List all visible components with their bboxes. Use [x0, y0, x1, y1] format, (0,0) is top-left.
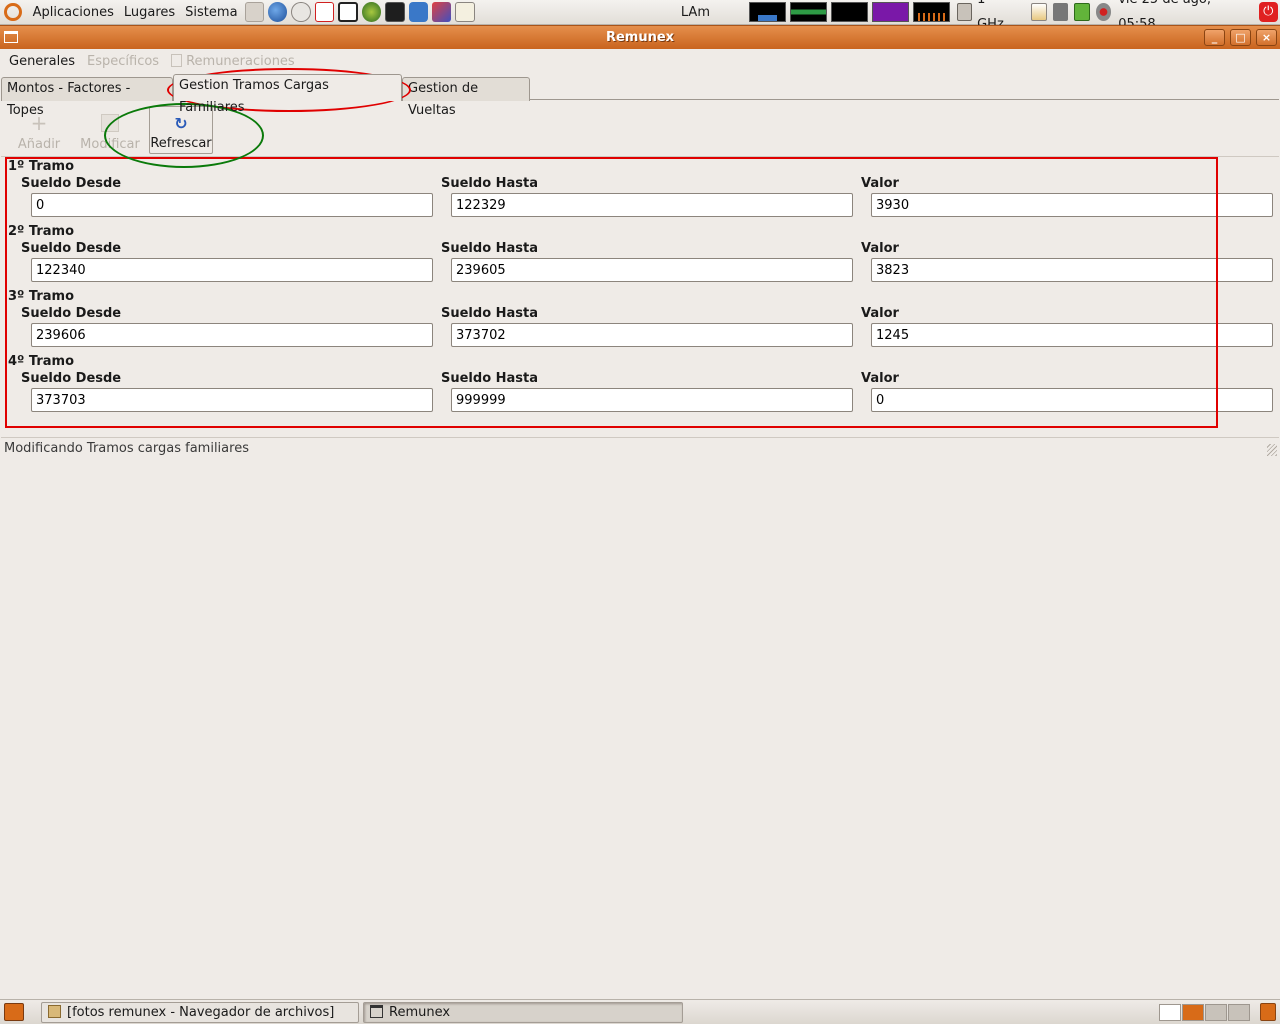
power-icon[interactable]: ⏻: [1258, 2, 1278, 22]
menu-aplicaciones[interactable]: Aplicaciones: [28, 0, 119, 25]
document-icon: [171, 53, 183, 67]
status-message: Modificando Tramos cargas familiares: [4, 441, 249, 456]
workspace-4[interactable]: [1228, 1004, 1250, 1021]
tab-bar: Montos - Factores - Topes Gestion Tramos…: [1, 74, 1279, 118]
window-icon: [370, 1005, 383, 1018]
network-config-icon[interactable]: [408, 2, 429, 22]
network-icon[interactable]: [314, 2, 335, 22]
task-file-browser[interactable]: [fotos remunex - Navegador de archivos]: [41, 1002, 359, 1023]
resize-grip-icon[interactable]: [1267, 444, 1277, 456]
task-remunex[interactable]: Remunex: [363, 1002, 683, 1023]
menu-lugares[interactable]: Lugares: [119, 0, 180, 25]
menu-especificos[interactable]: Específicos: [81, 54, 165, 69]
menubar: Generales Específicos Remuneraciones: [1, 49, 1279, 73]
tab-montos-factores-topes[interactable]: Montos - Factores - Topes: [1, 77, 173, 118]
statusbar: Modificando Tramos cargas familiares: [1, 437, 1279, 459]
window-menu-icon[interactable]: [4, 31, 18, 43]
maximize-button[interactable]: □: [1230, 29, 1251, 46]
menu-generales[interactable]: Generales: [3, 54, 81, 69]
terminal-icon[interactable]: [385, 2, 405, 22]
globe-icon[interactable]: [361, 2, 382, 22]
cpu-monitor[interactable]: [748, 2, 786, 22]
window-titlebar[interactable]: Remunex _ □ ×: [0, 25, 1280, 49]
folder-icon: [48, 1005, 61, 1018]
menu-sistema[interactable]: Sistema: [180, 0, 242, 25]
tab-gestion-vueltas[interactable]: Gestion de Vueltas: [402, 77, 530, 118]
show-desktop-icon[interactable]: [4, 1003, 24, 1021]
mail-icon[interactable]: [291, 2, 311, 22]
net-monitor[interactable]: [830, 2, 868, 22]
add-button[interactable]: + Añadir: [15, 106, 63, 154]
menu-remuneraciones[interactable]: Remuneraciones: [165, 53, 301, 69]
notes-icon[interactable]: [455, 2, 475, 22]
tools-icon[interactable]: [432, 2, 452, 22]
window-title: Remunex: [605, 30, 675, 45]
pda-icon[interactable]: [244, 2, 264, 22]
inkscape-icon[interactable]: [338, 2, 358, 22]
battery-green-icon[interactable]: [1074, 3, 1090, 21]
minimize-button[interactable]: _: [1204, 29, 1225, 46]
cpu-freq-icon[interactable]: [956, 3, 973, 21]
red-highlight-rectangle: [5, 157, 1218, 428]
add-icon: +: [30, 111, 48, 135]
ubuntu-logo-icon[interactable]: [4, 3, 22, 21]
workspace-1[interactable]: [1159, 1004, 1181, 1021]
load-monitor[interactable]: [871, 2, 909, 22]
task-remunex-label: Remunex: [389, 1005, 451, 1020]
disk-monitor[interactable]: [912, 2, 950, 22]
top-panel: Aplicaciones Lugares Sistema LAm 1 GHz v…: [0, 0, 1280, 32]
battery-icon[interactable]: [1031, 3, 1047, 21]
firefox-icon[interactable]: [268, 2, 288, 22]
task-file-browser-label: [fotos remunex - Navegador de archivos]: [67, 1005, 335, 1020]
workspace-2[interactable]: [1182, 1004, 1204, 1021]
keyboard-layout-indicator[interactable]: LAm: [677, 0, 714, 25]
trash-icon[interactable]: [1260, 1003, 1276, 1021]
workspace-3[interactable]: [1205, 1004, 1227, 1021]
network-tray-icon[interactable]: [1052, 3, 1069, 21]
volume-icon[interactable]: [1095, 3, 1112, 21]
tab-gestion-tramos[interactable]: Gestion Tramos Cargas Familiares: [173, 74, 402, 115]
close-button[interactable]: ×: [1256, 29, 1277, 46]
menu-remuneraciones-label: Remuneraciones: [186, 53, 295, 69]
bottom-panel: [fotos remunex - Navegador de archivos] …: [0, 999, 1280, 1024]
add-button-label: Añadir: [17, 137, 61, 152]
memory-monitor[interactable]: [789, 2, 827, 22]
